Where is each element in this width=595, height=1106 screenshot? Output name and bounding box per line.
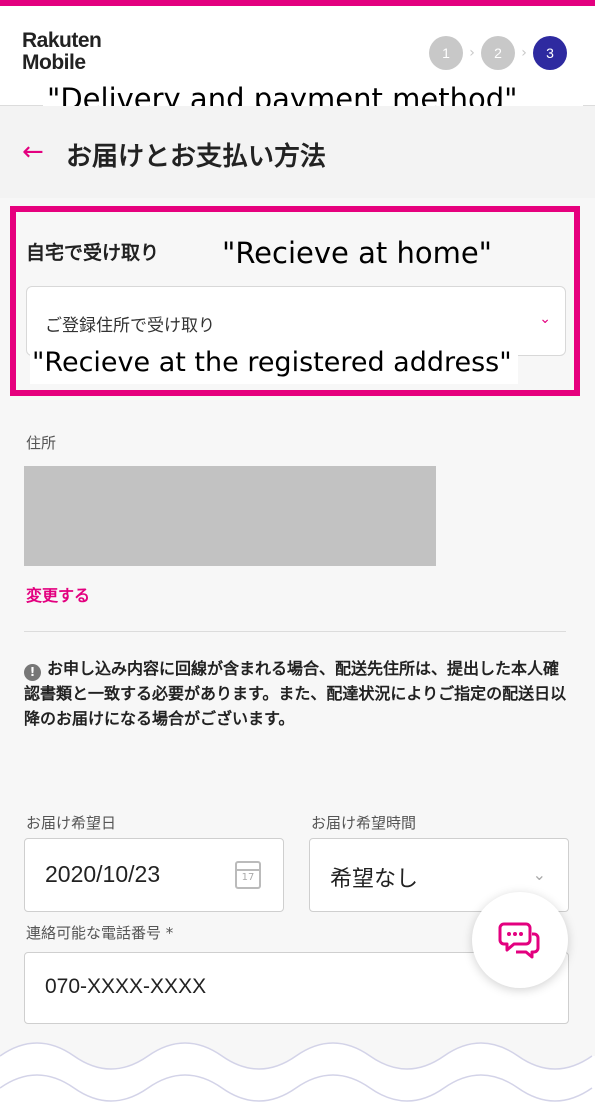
delivery-time-label: お届け希望時間 bbox=[311, 814, 417, 832]
calendar-icon[interactable]: 17 bbox=[235, 861, 261, 889]
divider bbox=[24, 631, 566, 632]
chat-button[interactable] bbox=[472, 892, 568, 988]
step-chevron-icon: › bbox=[521, 45, 527, 61]
page-title: お届けとお支払い方法 bbox=[66, 142, 327, 172]
address-label: 住所 bbox=[26, 434, 57, 452]
phone-value: 070-XXXX-XXXX bbox=[45, 975, 207, 998]
rakuten-mobile-logo[interactable]: Rakuten Mobile bbox=[22, 29, 102, 74]
phone-label: 連絡可能な電話番号 * bbox=[26, 924, 174, 942]
step-2: 2 bbox=[481, 36, 515, 70]
step-3-active: 3 bbox=[533, 36, 567, 70]
delivery-date-input[interactable]: 2020/10/23 17 bbox=[24, 838, 284, 912]
step-1: 1 bbox=[429, 36, 463, 70]
change-address-link[interactable]: 変更する bbox=[26, 582, 90, 606]
chat-icon bbox=[498, 922, 540, 959]
delivery-notice: ! お申し込み内容に回線が含まれる場合、配送先住所は、提出した本人確認書類と一致す… bbox=[24, 656, 569, 731]
logo-line1: Rakuten bbox=[22, 29, 102, 52]
chevron-down-icon: ⌄ bbox=[539, 311, 551, 327]
delivery-date-label: お届け希望日 bbox=[26, 814, 117, 832]
select-value: ご登録住所で受け取り bbox=[45, 316, 215, 336]
receive-translation-caption: "Recieve at home" bbox=[222, 236, 493, 270]
progress-steps: 1 › 2 › 3 bbox=[429, 36, 567, 70]
receive-at-home-label: 自宅で受け取り bbox=[26, 242, 160, 264]
notice-text: お申し込み内容に回線が含まれる場合、配送先住所は、提出した本人確認書類と一致する… bbox=[24, 659, 567, 728]
select-translation-caption: "Recieve at the registered address" bbox=[30, 342, 518, 384]
chevron-down-icon: ⌄ bbox=[532, 865, 546, 884]
back-arrow-icon[interactable]: ← bbox=[22, 138, 44, 166]
calendar-day: 17 bbox=[241, 872, 255, 883]
time-value: 希望なし bbox=[330, 867, 419, 892]
date-value: 2020/10/23 bbox=[45, 861, 161, 887]
step-chevron-icon: › bbox=[469, 45, 475, 61]
info-icon: ! bbox=[24, 664, 41, 681]
address-redacted-block bbox=[24, 466, 436, 566]
wavy-page-cut bbox=[0, 1042, 595, 1106]
title-bar: ← お届けとお支払い方法 bbox=[0, 106, 595, 198]
